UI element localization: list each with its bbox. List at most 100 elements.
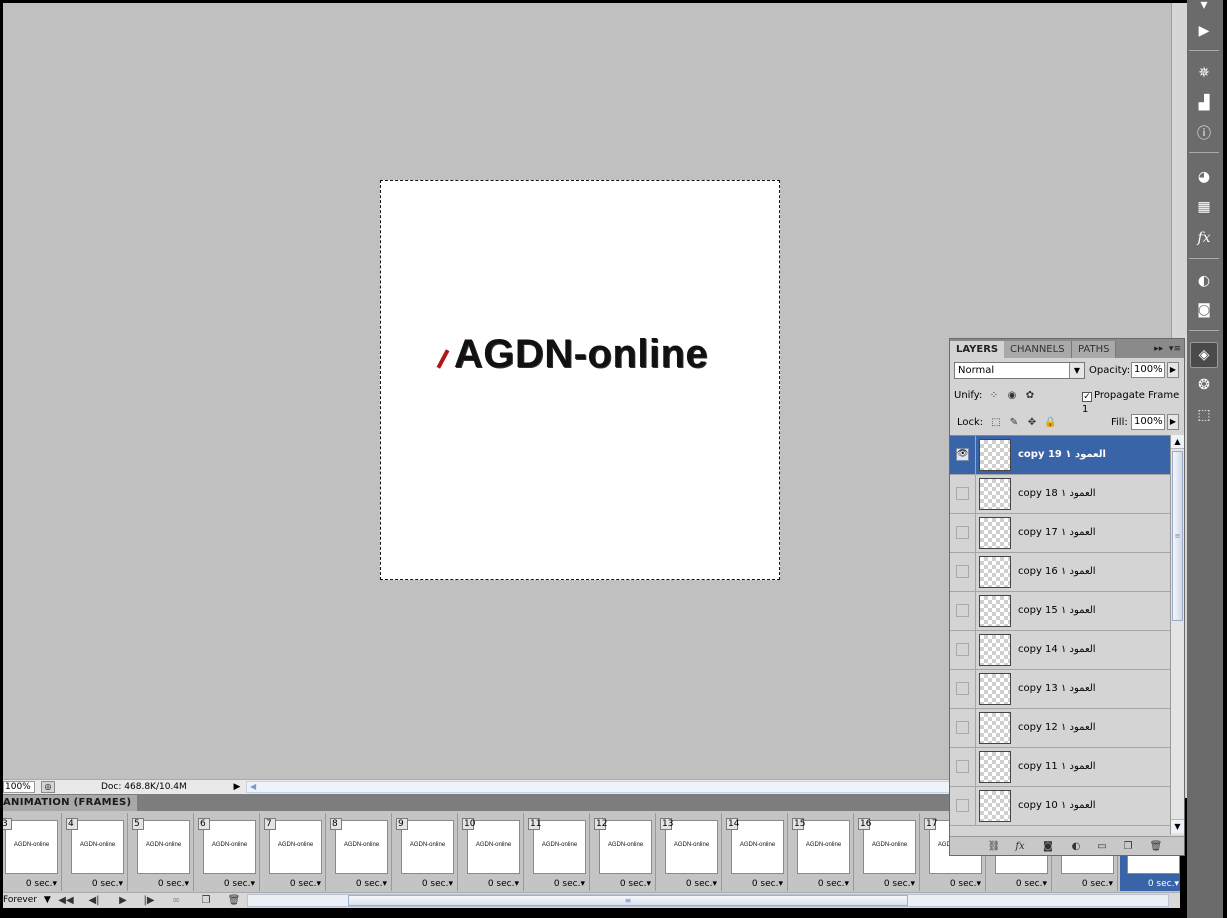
animation-frame[interactable]: AGDN-online 8 0 sec.▾	[328, 813, 392, 891]
layer-name[interactable]: العمود ١ copy 17	[1018, 527, 1096, 539]
panel-menu-icon[interactable]: ▸▸ ▾≡	[1154, 341, 1181, 358]
eye-icon[interactable]	[956, 721, 969, 734]
layer-name[interactable]: العمود ١ copy 16	[1018, 566, 1096, 578]
frame-delay[interactable]: 0 sec.▾	[818, 879, 849, 889]
next-frame-icon[interactable]: |▶	[138, 894, 160, 908]
layers-vscroll-thumb[interactable]: ≡	[1172, 451, 1183, 621]
add-mask-icon[interactable]: ◙	[1040, 840, 1056, 853]
info-icon[interactable]: ⓘ	[1190, 120, 1218, 146]
frame-delay[interactable]: 0 sec.▾	[488, 879, 519, 889]
eye-icon[interactable]	[956, 487, 969, 500]
frame-delay[interactable]: 0 sec.▾	[620, 879, 651, 889]
lock-all-icon[interactable]: 🔒	[1044, 417, 1056, 429]
delete-frame-icon[interactable]: 🗑	[227, 894, 241, 908]
layer-name[interactable]: العمود ١ copy 11	[1018, 761, 1096, 773]
new-group-icon[interactable]: ▭	[1094, 840, 1110, 853]
frame-delay[interactable]: 0 sec.▾	[290, 879, 321, 889]
animation-frame[interactable]: AGDN-online 4 0 sec.▾	[64, 813, 128, 891]
frame-delay[interactable]: 0 sec.▾	[26, 879, 57, 889]
animation-frame[interactable]: AGDN-online 3 0 sec.▾	[3, 813, 62, 891]
layer-row[interactable]: 👁 العمود ١ copy 19	[950, 436, 1170, 475]
frame-delay[interactable]: 0 sec.▾	[752, 879, 783, 889]
status-menu-icon[interactable]: ◎	[41, 781, 55, 793]
frame-delay[interactable]: 0 sec.▾	[422, 879, 453, 889]
eye-icon[interactable]	[956, 643, 969, 656]
frame-delay[interactable]: 0 sec.▾	[884, 879, 915, 889]
fill-slider-icon[interactable]: ▶	[1167, 414, 1179, 430]
tab-paths[interactable]: PATHS	[1072, 341, 1117, 358]
layer-name[interactable]: العمود ١ copy 12	[1018, 722, 1096, 734]
paths-icon[interactable]: ⬚	[1190, 402, 1218, 428]
propagate-frame-checkbox[interactable]: ✓ Propagate Frame 1	[1082, 389, 1184, 417]
animation-frame[interactable]: AGDN-online 5 0 sec.▾	[130, 813, 194, 891]
color-icon[interactable]: ◕	[1190, 164, 1218, 190]
animation-tab[interactable]: ANIMATION (FRAMES)	[3, 795, 138, 811]
frames-hscrollbar[interactable]: ≡	[247, 894, 1169, 907]
opacity-slider-icon[interactable]: ▶	[1167, 362, 1179, 378]
eye-icon[interactable]	[956, 760, 969, 773]
frame-delay[interactable]: 0 sec.▾	[950, 879, 981, 889]
eye-icon[interactable]	[956, 604, 969, 617]
fill-input[interactable]: 100%	[1131, 414, 1165, 430]
frame-delay[interactable]: 0 sec.▾	[554, 879, 585, 889]
eye-icon[interactable]: 👁	[956, 448, 969, 461]
adjustments-icon[interactable]: ◐	[1190, 268, 1218, 294]
frames-hscroll-thumb[interactable]: ≡	[348, 895, 908, 906]
lock-position-icon[interactable]: ✥	[1026, 417, 1038, 429]
blend-mode-select[interactable]: Normal ▼	[954, 362, 1085, 379]
zoom-field[interactable]: 100%	[3, 781, 35, 793]
frame-delay[interactable]: 0 sec.▾	[356, 879, 387, 889]
previous-frame-icon[interactable]: ◀|	[83, 894, 105, 908]
layer-row[interactable]: العمود ١ copy 16	[950, 553, 1170, 592]
layer-name[interactable]: العمود ١ copy 14	[1018, 644, 1096, 656]
new-layer-icon[interactable]: ❐	[1120, 840, 1136, 853]
eye-icon[interactable]	[956, 799, 969, 812]
document-canvas[interactable]: AGDN-online	[380, 180, 780, 580]
first-frame-icon[interactable]: ◀◀	[55, 894, 77, 908]
layer-row[interactable]: العمود ١ copy 10	[950, 787, 1170, 826]
unify-style-icon[interactable]: ✿	[1024, 390, 1036, 402]
layers-icon[interactable]: ◈	[1190, 342, 1218, 368]
link-layers-icon[interactable]: ⛓	[986, 840, 1002, 853]
layer-name[interactable]: العمود ١ copy 13	[1018, 683, 1096, 695]
navigator-icon[interactable]: ✵	[1190, 60, 1218, 86]
eye-icon[interactable]	[956, 526, 969, 539]
animation-frame[interactable]: AGDN-online 9 0 sec.▾	[394, 813, 458, 891]
layer-row[interactable]: العمود ١ copy 13	[950, 670, 1170, 709]
channels-icon[interactable]: ❂	[1190, 372, 1218, 398]
styles-icon[interactable]: fx	[1190, 225, 1218, 251]
histogram-icon[interactable]: ▟	[1190, 90, 1218, 116]
layer-name[interactable]: العمود ١ copy 15	[1018, 605, 1096, 617]
frame-delay[interactable]: 0 sec.▾	[1016, 879, 1047, 889]
frame-delay[interactable]: 0 sec.▾	[92, 879, 123, 889]
tween-icon[interactable]: ∞	[165, 894, 187, 908]
animation-frame[interactable]: AGDN-online 14 0 sec.▾	[724, 813, 788, 891]
layer-name[interactable]: العمود ١ copy 19	[1018, 449, 1106, 461]
animation-frame[interactable]: AGDN-online 6 0 sec.▾	[196, 813, 260, 891]
animation-frame[interactable]: AGDN-online 13 0 sec.▾	[658, 813, 722, 891]
swatches-icon[interactable]: ▦	[1190, 194, 1218, 220]
eye-icon[interactable]	[956, 682, 969, 695]
layer-row[interactable]: العمود ١ copy 11	[950, 748, 1170, 787]
layer-row[interactable]: العمود ١ copy 14	[950, 631, 1170, 670]
frame-delay[interactable]: 0 sec.▾	[1148, 879, 1179, 889]
layers-vscrollbar[interactable]: ▲ ≡ ▼	[1170, 435, 1184, 835]
scroll-down-icon[interactable]: ▼	[1171, 819, 1184, 833]
layer-name[interactable]: العمود ١ copy 10	[1018, 800, 1096, 812]
eye-icon[interactable]	[956, 565, 969, 578]
lock-pixels-icon[interactable]: ✎	[1008, 417, 1020, 429]
layer-row[interactable]: العمود ١ copy 18	[950, 475, 1170, 514]
layer-row[interactable]: العمود ١ copy 12	[950, 709, 1170, 748]
unify-position-icon[interactable]: ⁘	[988, 390, 1000, 402]
adjustment-layer-icon[interactable]: ◐	[1068, 840, 1084, 853]
opacity-input[interactable]: 100%	[1131, 362, 1165, 378]
layer-style-icon[interactable]: fx	[1012, 840, 1028, 853]
document-hscrollbar[interactable]: ◀	[246, 781, 951, 793]
unify-visibility-icon[interactable]: ◉	[1006, 390, 1018, 402]
masks-icon[interactable]: ◙	[1190, 297, 1218, 323]
loop-select[interactable]: Forever ▼	[3, 894, 53, 908]
animation-frame[interactable]: AGDN-online 12 0 sec.▾	[592, 813, 656, 891]
frame-delay[interactable]: 0 sec.▾	[1082, 879, 1113, 889]
animation-frame[interactable]: AGDN-online 10 0 sec.▾	[460, 813, 524, 891]
play-icon[interactable]: ▶	[1190, 18, 1218, 44]
